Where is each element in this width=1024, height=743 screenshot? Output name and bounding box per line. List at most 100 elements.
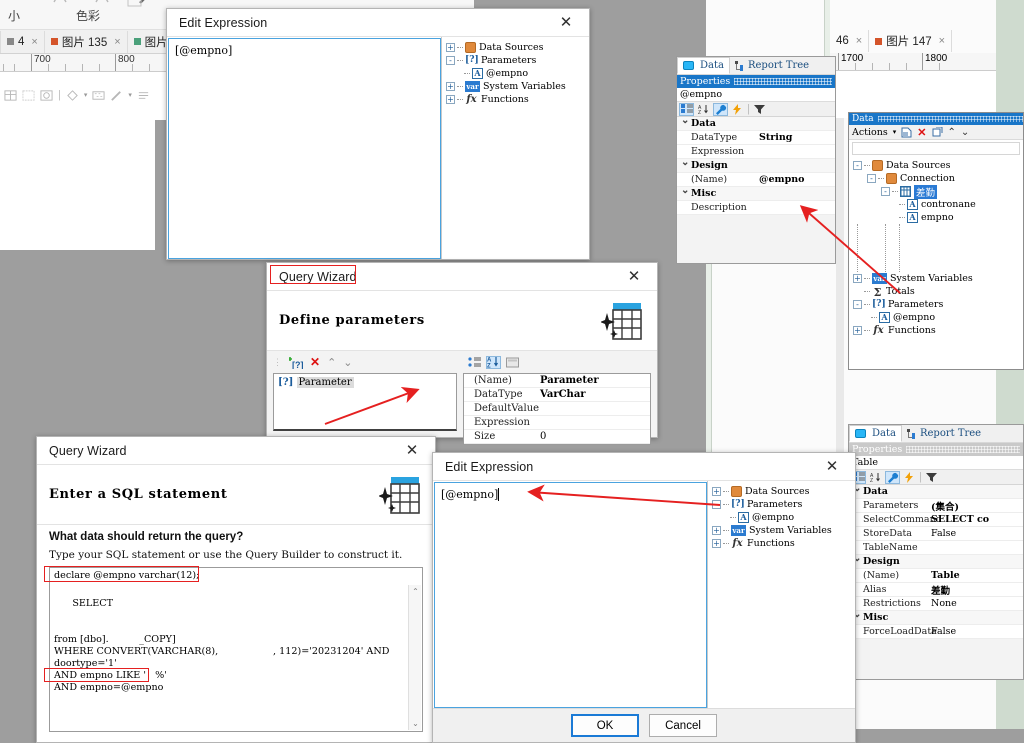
tree-node-data-sources[interactable]: - Data Sources xyxy=(853,159,1023,172)
alphabetical-icon[interactable]: AZ xyxy=(868,471,883,484)
sql-textarea[interactable]: SELECT from [dbo]. _COPY] WHERE CONVERT(… xyxy=(49,584,423,732)
scroll-up-icon[interactable]: ⌃ xyxy=(409,585,422,598)
property-row[interactable]: StoreData False xyxy=(849,527,1023,541)
property-row[interactable]: (Name) Table xyxy=(849,569,1023,583)
events-icon[interactable] xyxy=(730,103,745,116)
expander-icon[interactable]: + xyxy=(853,274,862,283)
property-row[interactable]: Alias 差勤 xyxy=(849,583,1023,597)
image-tab[interactable]: 4 × xyxy=(0,30,45,53)
settings-icon[interactable] xyxy=(40,89,53,102)
property-row[interactable]: Size 0 xyxy=(464,430,650,444)
properties-icon[interactable] xyxy=(885,470,900,484)
property-value[interactable]: None xyxy=(927,598,1023,609)
property-value[interactable]: VarChar xyxy=(536,389,650,400)
close-icon[interactable]: × xyxy=(31,36,37,48)
tree-node-functions[interactable]: + fx Functions xyxy=(853,324,1023,337)
property-row[interactable]: Expression xyxy=(464,416,650,430)
dotted-grid-icon[interactable] xyxy=(22,89,35,102)
add-parameter-icon[interactable]: [?] xyxy=(289,356,303,369)
property-value[interactable]: Parameter xyxy=(536,375,650,386)
ok-button[interactable]: OK xyxy=(571,714,639,737)
property-category[interactable]: Misc xyxy=(677,185,835,201)
parameter-list-toolbar[interactable]: ⋮ [?] ✕ ⌃ ⌄ xyxy=(267,351,463,373)
property-category[interactable]: Data xyxy=(677,115,835,131)
properties-icon[interactable] xyxy=(713,102,728,116)
panel-tab-strip[interactable]: Data Report Tree xyxy=(849,425,1023,443)
alphabetical-icon[interactable]: AZ xyxy=(696,103,711,116)
property-row[interactable]: Expression xyxy=(677,145,835,159)
property-category[interactable]: Design xyxy=(849,553,1023,569)
tree-node-system-variables[interactable]: + var System Variables xyxy=(712,524,855,537)
property-row[interactable]: DataType VarChar xyxy=(464,388,650,402)
move-down-icon[interactable]: ⌄ xyxy=(343,356,352,369)
tab-data[interactable]: Data xyxy=(849,425,902,442)
delete-icon[interactable]: ✕ xyxy=(917,126,926,139)
move-up-icon[interactable]: ⌃ xyxy=(948,127,956,138)
tab-report-tree[interactable]: Report Tree xyxy=(730,57,814,74)
property-value[interactable]: Table xyxy=(927,570,1023,581)
property-value[interactable]: @empno xyxy=(755,174,835,185)
close-icon[interactable]: × xyxy=(939,35,945,47)
categorized-icon[interactable] xyxy=(679,102,694,116)
properties-toolbar[interactable]: AZ | xyxy=(849,470,1023,485)
panel-tab-strip[interactable]: Data Report Tree xyxy=(677,57,835,75)
tab-data[interactable]: Data xyxy=(677,57,730,74)
filter-icon[interactable] xyxy=(752,103,767,116)
expander-icon[interactable]: + xyxy=(712,526,721,535)
actions-label[interactable]: Actions xyxy=(852,127,888,138)
property-row[interactable]: ForceLoadData False xyxy=(849,625,1023,639)
expression-tree[interactable]: + Data Sources - [?] Parameters A @empno… xyxy=(707,481,855,708)
close-icon[interactable]: ✕ xyxy=(549,10,583,36)
expression-input[interactable]: [@empno] xyxy=(168,38,441,259)
image-tab[interactable]: 46 × xyxy=(830,30,870,52)
tree-node-field[interactable]: A contronane xyxy=(853,198,1023,211)
expander-icon[interactable]: + xyxy=(446,43,455,52)
expander-icon[interactable]: + xyxy=(446,95,455,104)
image-tab[interactable]: 图片 147 × xyxy=(869,30,953,52)
image-tab-strip-right[interactable]: 46 × 图片 147 × xyxy=(830,29,953,53)
property-row[interactable]: Description xyxy=(677,201,835,215)
alphabetical-icon[interactable]: AZ xyxy=(486,355,501,369)
events-icon[interactable] xyxy=(902,471,917,484)
secondary-toolbar[interactable]: | ▾ ▾ xyxy=(0,84,160,106)
move-up-icon[interactable]: ⌃ xyxy=(327,356,336,369)
lines-icon[interactable] xyxy=(137,89,150,102)
property-category[interactable]: Data xyxy=(849,483,1023,499)
delete-parameter-icon[interactable]: ✕ xyxy=(310,355,320,369)
property-value[interactable]: (集合) xyxy=(927,499,1023,513)
property-row[interactable]: DefaultValue xyxy=(464,402,650,416)
filter-icon[interactable] xyxy=(924,471,939,484)
property-row[interactable]: DataType String xyxy=(677,131,835,145)
property-category[interactable]: Misc xyxy=(849,609,1023,625)
property-row[interactable]: (Name) @empno xyxy=(677,173,835,187)
property-row[interactable]: Restrictions None xyxy=(849,597,1023,611)
dropdown-icon[interactable]: ▾ xyxy=(893,128,897,136)
page-icon[interactable] xyxy=(505,356,520,369)
data-panel-actions-toolbar[interactable]: Actions ▾ ✕ ⌃ ⌄ xyxy=(849,125,1023,140)
expander-icon[interactable]: - xyxy=(853,300,862,309)
expander-icon[interactable]: - xyxy=(446,56,455,65)
expander-icon[interactable]: + xyxy=(712,487,721,496)
tree-node-parameter-empno[interactable]: A @empno xyxy=(712,511,855,524)
chevron-down-icon[interactable]: ▾ xyxy=(128,91,132,99)
fill-shape-icon[interactable] xyxy=(66,89,79,102)
tree-node-system-variables[interactable]: + var System Variables xyxy=(853,272,1023,285)
property-row[interactable]: (Name) Parameter xyxy=(464,374,650,388)
close-icon[interactable]: ✕ xyxy=(617,264,651,290)
cancel-button[interactable]: Cancel xyxy=(649,714,717,737)
tree-node-connection[interactable]: - Connection xyxy=(853,172,1023,185)
data-panel-search-field[interactable] xyxy=(852,142,1020,155)
property-value[interactable]: String xyxy=(755,132,835,143)
tree-node-functions[interactable]: + fx Functions xyxy=(712,537,855,550)
tree-node-table[interactable]: - 差勤 xyxy=(853,184,1023,199)
expander-icon[interactable]: - xyxy=(867,174,876,183)
expression-tree[interactable]: + Data Sources - [?] Parameters A @empno… xyxy=(441,37,589,259)
scroll-down-icon[interactable]: ⌄ xyxy=(409,717,422,730)
selected-object-name[interactable]: Table xyxy=(849,456,1023,470)
property-value[interactable]: 差勤 xyxy=(927,583,1023,597)
expander-icon[interactable]: - xyxy=(853,161,862,170)
tab-report-tree[interactable]: Report Tree xyxy=(902,425,986,442)
expression-input[interactable]: [@empno] xyxy=(434,482,707,708)
parameter-grid-toolbar[interactable]: AZ xyxy=(463,351,657,373)
property-value[interactable]: False xyxy=(927,626,1023,637)
